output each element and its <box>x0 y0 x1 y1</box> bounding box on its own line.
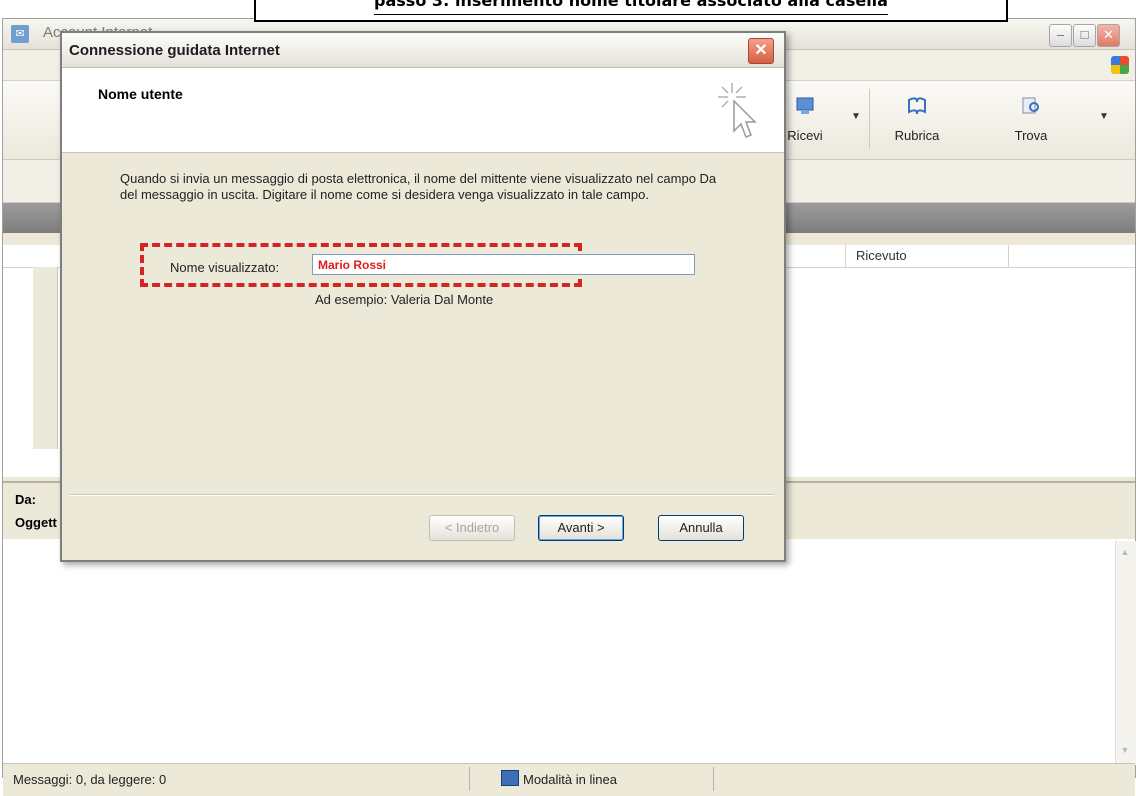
send-receive-icon <box>796 97 814 114</box>
rubrica-label: Rubrica <box>894 128 940 143</box>
toolbar-separator <box>869 89 870 149</box>
rubrica-button[interactable]: Rubrica <box>885 95 949 143</box>
computer-icon <box>501 770 519 786</box>
find-icon <box>1022 97 1039 114</box>
display-name-example: Ad esempio: Valeria Dal Monte <box>315 292 494 307</box>
status-separator <box>469 767 470 791</box>
outlook-close-icon[interactable]: ✕ <box>1097 24 1120 47</box>
minimize-icon[interactable]: – <box>1049 24 1072 47</box>
preview-scrollbar[interactable] <box>1115 541 1136 765</box>
cursor-sparkle-icon <box>718 83 757 138</box>
folder-pane-edge <box>33 267 58 449</box>
wizard-header <box>62 68 784 153</box>
next-button[interactable]: Avanti > <box>538 515 624 541</box>
trova-dropdown-icon[interactable]: ▼ <box>1099 111 1109 122</box>
wizard-footer-divider <box>70 494 774 496</box>
preview-from-label: Da: <box>15 492 36 507</box>
cancel-button[interactable]: Annulla <box>658 515 744 541</box>
scroll-down-icon[interactable]: ▼ <box>1116 741 1134 759</box>
status-message-count: Messaggi: 0, da leggere: 0 <box>13 772 167 787</box>
wizard-description: Quando si invia un messaggio di posta el… <box>120 171 717 202</box>
outlook-app-icon: ✉ <box>11 25 29 43</box>
column-ricevuto[interactable]: Ricevuto <box>845 245 1009 267</box>
tutorial-caption: passo 3: inserimento nome titolare assoc… <box>254 0 1008 22</box>
connection-wizard-dialog: Connessione guidata Internet ✕ Nome uten… <box>60 31 786 562</box>
preview-subject-label: Oggetto: <box>15 515 57 530</box>
maximize-icon[interactable]: □ <box>1073 24 1096 47</box>
close-icon[interactable]: ✕ <box>748 38 774 64</box>
wizard-title: Connessione guidata Internet <box>69 42 280 59</box>
address-book-icon <box>908 97 926 115</box>
status-separator <box>713 767 714 791</box>
back-button[interactable]: < Indietro <box>429 515 515 541</box>
display-name-label: Nome visualizzato: <box>170 260 280 275</box>
ricevi-dropdown-icon[interactable]: ▼ <box>851 111 861 122</box>
wizard-heading: Nome utente <box>98 86 183 102</box>
windows-flag-icon <box>1111 56 1129 74</box>
preview-pane <box>3 539 1135 765</box>
trova-label: Trova <box>1014 128 1048 143</box>
display-name-input[interactable] <box>312 254 695 275</box>
wizard-titlebar: Connessione guidata Internet ✕ <box>62 33 784 68</box>
status-online-mode: Modalità in linea <box>523 772 617 787</box>
trova-button[interactable]: Trova <box>999 95 1063 143</box>
scroll-up-icon[interactable]: ▲ <box>1116 543 1134 561</box>
